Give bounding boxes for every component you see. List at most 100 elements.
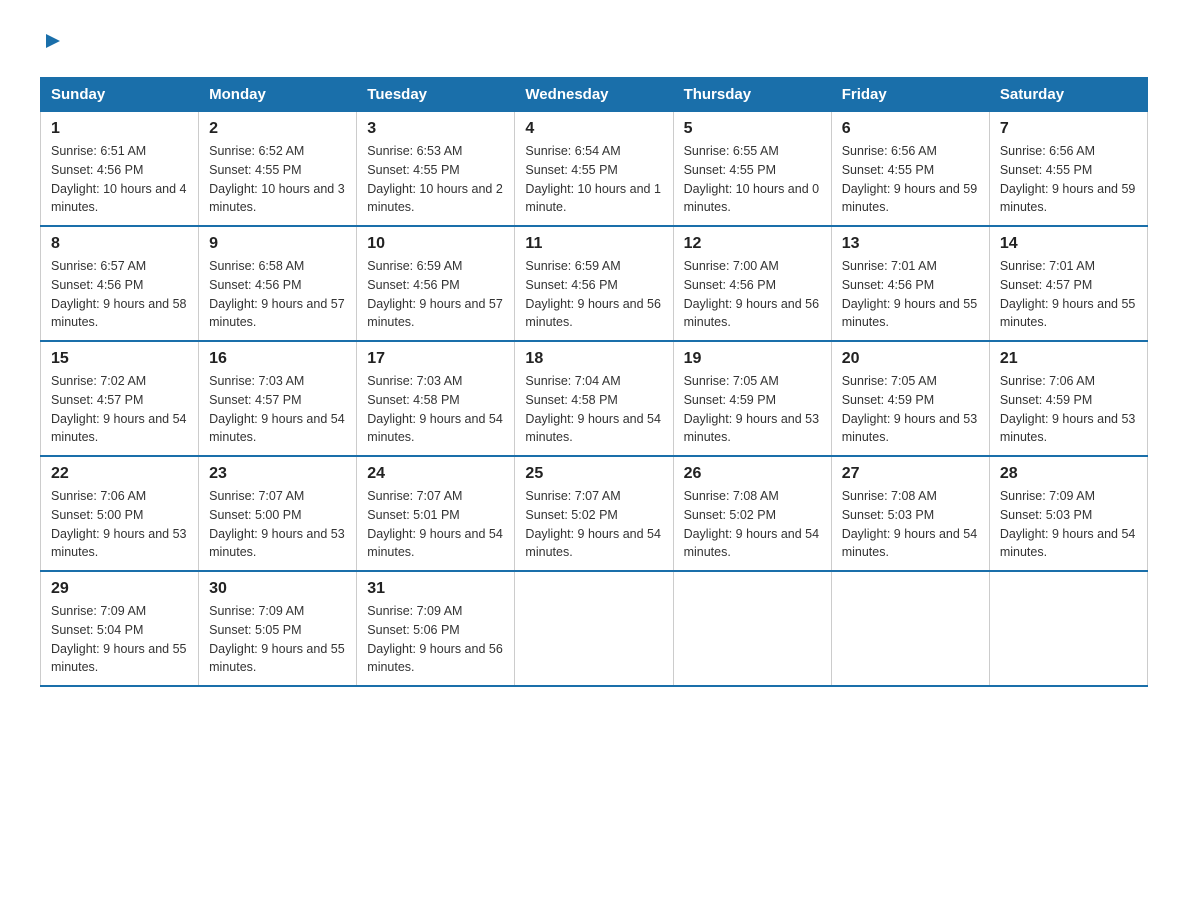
day-info: Sunrise: 7:01 AMSunset: 4:57 PMDaylight:…	[1000, 257, 1137, 332]
calendar-cell: 28 Sunrise: 7:09 AMSunset: 5:03 PMDayligh…	[989, 456, 1147, 571]
day-info: Sunrise: 7:01 AMSunset: 4:56 PMDaylight:…	[842, 257, 979, 332]
calendar-cell: 14 Sunrise: 7:01 AMSunset: 4:57 PMDayligh…	[989, 226, 1147, 341]
calendar-cell: 26Sunrise: 7:08 AMSunset: 5:02 PMDayligh…	[673, 456, 831, 571]
day-number: 20	[842, 350, 979, 368]
day-info: Sunrise: 7:09 AMSunset: 5:03 PMDaylight:…	[1000, 487, 1137, 562]
calendar-week-row: 15Sunrise: 7:02 AMSunset: 4:57 PMDayligh…	[41, 341, 1148, 456]
day-number: 2	[209, 120, 346, 138]
calendar-cell: 22 Sunrise: 7:06 AMSunset: 5:00 PMDayligh…	[41, 456, 199, 571]
page-header	[40, 30, 1148, 57]
col-thursday: Thursday	[673, 78, 831, 112]
day-info: Sunrise: 7:03 AMSunset: 4:57 PMDaylight:…	[209, 372, 346, 447]
calendar-cell: 8 Sunrise: 6:57 AMSunset: 4:56 PMDaylight…	[41, 226, 199, 341]
day-info: Sunrise: 6:51 AMSunset: 4:56 PMDaylight:…	[51, 142, 188, 217]
calendar-cell: 13 Sunrise: 7:01 AMSunset: 4:56 PMDayligh…	[831, 226, 989, 341]
day-number: 27	[842, 465, 979, 483]
calendar-cell: 6 Sunrise: 6:56 AMSunset: 4:55 PMDaylight…	[831, 112, 989, 227]
calendar-table: Sunday Monday Tuesday Wednesday Thursday…	[40, 77, 1148, 687]
day-info: Sunrise: 6:56 AMSunset: 4:55 PMDaylight:…	[842, 142, 979, 217]
day-number: 22	[51, 465, 188, 483]
calendar-cell: 5 Sunrise: 6:55 AMSunset: 4:55 PMDaylight…	[673, 112, 831, 227]
calendar-cell	[515, 571, 673, 686]
day-number: 9	[209, 235, 346, 253]
calendar-cell: 15Sunrise: 7:02 AMSunset: 4:57 PMDayligh…	[41, 341, 199, 456]
calendar-cell	[673, 571, 831, 686]
day-number: 6	[842, 120, 979, 138]
calendar-cell	[831, 571, 989, 686]
calendar-week-row: 1Sunrise: 6:51 AMSunset: 4:56 PMDaylight…	[41, 112, 1148, 227]
day-info: Sunrise: 6:54 AMSunset: 4:55 PMDaylight:…	[525, 142, 662, 217]
day-number: 7	[1000, 120, 1137, 138]
day-number: 25	[525, 465, 662, 483]
calendar-cell: 7Sunrise: 6:56 AMSunset: 4:55 PMDaylight…	[989, 112, 1147, 227]
day-info: Sunrise: 7:02 AMSunset: 4:57 PMDaylight:…	[51, 372, 188, 447]
calendar-cell: 21 Sunrise: 7:06 AMSunset: 4:59 PMDayligh…	[989, 341, 1147, 456]
calendar-week-row: 8 Sunrise: 6:57 AMSunset: 4:56 PMDaylight…	[41, 226, 1148, 341]
day-number: 24	[367, 465, 504, 483]
day-info: Sunrise: 7:07 AMSunset: 5:01 PMDaylight:…	[367, 487, 504, 562]
calendar-cell: 12Sunrise: 7:00 AMSunset: 4:56 PMDayligh…	[673, 226, 831, 341]
day-info: Sunrise: 7:09 AMSunset: 5:04 PMDaylight:…	[51, 602, 188, 677]
col-wednesday: Wednesday	[515, 78, 673, 112]
calendar-body: 1Sunrise: 6:51 AMSunset: 4:56 PMDaylight…	[41, 112, 1148, 687]
logo-arrow-icon	[42, 30, 64, 57]
calendar-cell	[989, 571, 1147, 686]
calendar-cell: 17Sunrise: 7:03 AMSunset: 4:58 PMDayligh…	[357, 341, 515, 456]
day-number: 10	[367, 235, 504, 253]
day-info: Sunrise: 7:00 AMSunset: 4:56 PMDaylight:…	[684, 257, 821, 332]
day-number: 4	[525, 120, 662, 138]
calendar-cell: 3 Sunrise: 6:53 AMSunset: 4:55 PMDaylight…	[357, 112, 515, 227]
day-number: 14	[1000, 235, 1137, 253]
calendar-cell: 20 Sunrise: 7:05 AMSunset: 4:59 PMDayligh…	[831, 341, 989, 456]
day-info: Sunrise: 6:58 AMSunset: 4:56 PMDaylight:…	[209, 257, 346, 332]
logo	[40, 30, 64, 57]
calendar-cell: 31 Sunrise: 7:09 AMSunset: 5:06 PMDayligh…	[357, 571, 515, 686]
calendar-cell: 24 Sunrise: 7:07 AMSunset: 5:01 PMDayligh…	[357, 456, 515, 571]
day-number: 23	[209, 465, 346, 483]
day-info: Sunrise: 6:59 AMSunset: 4:56 PMDaylight:…	[525, 257, 662, 332]
col-friday: Friday	[831, 78, 989, 112]
calendar-cell: 27 Sunrise: 7:08 AMSunset: 5:03 PMDayligh…	[831, 456, 989, 571]
day-number: 19	[684, 350, 821, 368]
day-number: 13	[842, 235, 979, 253]
day-info: Sunrise: 6:57 AMSunset: 4:56 PMDaylight:…	[51, 257, 188, 332]
day-number: 31	[367, 580, 504, 598]
day-number: 11	[525, 235, 662, 253]
calendar-cell: 29 Sunrise: 7:09 AMSunset: 5:04 PMDayligh…	[41, 571, 199, 686]
day-info: Sunrise: 6:59 AMSunset: 4:56 PMDaylight:…	[367, 257, 504, 332]
calendar-cell: 25Sunrise: 7:07 AMSunset: 5:02 PMDayligh…	[515, 456, 673, 571]
calendar-cell: 18Sunrise: 7:04 AMSunset: 4:58 PMDayligh…	[515, 341, 673, 456]
calendar-cell: 19 Sunrise: 7:05 AMSunset: 4:59 PMDayligh…	[673, 341, 831, 456]
day-number: 16	[209, 350, 346, 368]
calendar-cell: 16 Sunrise: 7:03 AMSunset: 4:57 PMDayligh…	[199, 341, 357, 456]
day-info: Sunrise: 6:55 AMSunset: 4:55 PMDaylight:…	[684, 142, 821, 217]
calendar-cell: 11 Sunrise: 6:59 AMSunset: 4:56 PMDayligh…	[515, 226, 673, 341]
calendar-cell: 1Sunrise: 6:51 AMSunset: 4:56 PMDaylight…	[41, 112, 199, 227]
calendar-cell: 4 Sunrise: 6:54 AMSunset: 4:55 PMDaylight…	[515, 112, 673, 227]
day-number: 21	[1000, 350, 1137, 368]
day-info: Sunrise: 6:53 AMSunset: 4:55 PMDaylight:…	[367, 142, 504, 217]
day-info: Sunrise: 7:03 AMSunset: 4:58 PMDaylight:…	[367, 372, 504, 447]
calendar-cell: 9 Sunrise: 6:58 AMSunset: 4:56 PMDaylight…	[199, 226, 357, 341]
day-number: 29	[51, 580, 188, 598]
day-info: Sunrise: 7:05 AMSunset: 4:59 PMDaylight:…	[684, 372, 821, 447]
col-sunday: Sunday	[41, 78, 199, 112]
calendar-cell: 23 Sunrise: 7:07 AMSunset: 5:00 PMDayligh…	[199, 456, 357, 571]
calendar-header: Sunday Monday Tuesday Wednesday Thursday…	[41, 78, 1148, 112]
day-info: Sunrise: 6:52 AMSunset: 4:55 PMDaylight:…	[209, 142, 346, 217]
day-info: Sunrise: 7:06 AMSunset: 5:00 PMDaylight:…	[51, 487, 188, 562]
day-number: 8	[51, 235, 188, 253]
day-info: Sunrise: 7:08 AMSunset: 5:02 PMDaylight:…	[684, 487, 821, 562]
day-info: Sunrise: 7:06 AMSunset: 4:59 PMDaylight:…	[1000, 372, 1137, 447]
calendar-week-row: 29 Sunrise: 7:09 AMSunset: 5:04 PMDayligh…	[41, 571, 1148, 686]
day-number: 18	[525, 350, 662, 368]
day-info: Sunrise: 7:08 AMSunset: 5:03 PMDaylight:…	[842, 487, 979, 562]
day-info: Sunrise: 7:09 AMSunset: 5:06 PMDaylight:…	[367, 602, 504, 677]
day-number: 3	[367, 120, 504, 138]
day-info: Sunrise: 7:07 AMSunset: 5:00 PMDaylight:…	[209, 487, 346, 562]
day-info: Sunrise: 7:05 AMSunset: 4:59 PMDaylight:…	[842, 372, 979, 447]
col-monday: Monday	[199, 78, 357, 112]
day-number: 28	[1000, 465, 1137, 483]
day-number: 5	[684, 120, 821, 138]
col-tuesday: Tuesday	[357, 78, 515, 112]
